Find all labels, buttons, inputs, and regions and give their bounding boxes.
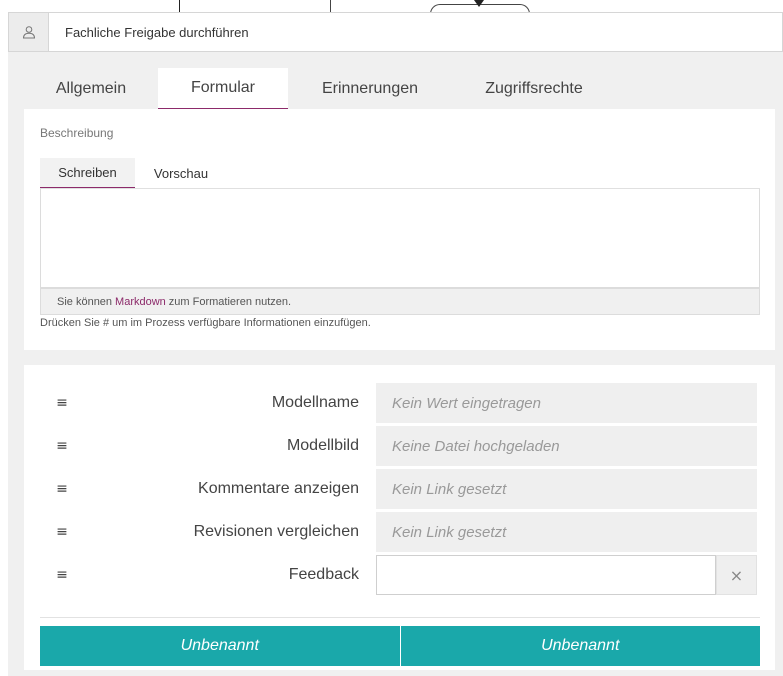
divider	[40, 617, 760, 618]
tab-zugriffsrechte[interactable]: Zugriffsrechte	[452, 68, 616, 109]
panel-tabs: Allgemein Formular Erinnerungen Zugriffs…	[24, 68, 775, 109]
form-row: ≡ Kommentare anzeigen Kein Link gesetzt	[24, 469, 775, 509]
drag-handle-icon[interactable]: ≡	[56, 438, 68, 454]
feedback-input[interactable]	[376, 555, 716, 595]
field-value: Kein Link gesetzt	[376, 469, 757, 509]
field-label: Revisionen vergleichen	[193, 523, 359, 540]
task-title[interactable]: Fachliche Freigabe durchführen	[49, 25, 249, 40]
field-value: Kein Wert eingetragen	[376, 383, 757, 423]
action-button-1[interactable]: Unbenannt	[40, 626, 400, 666]
editor-footer: Sie können Markdown zum Formatieren nutz…	[40, 288, 760, 315]
form-row: ≡ Modellname Kein Wert eingetragen	[24, 383, 775, 423]
editor-tabs: Schreiben Vorschau	[40, 158, 760, 189]
tab-formular[interactable]: Formular	[158, 68, 288, 109]
form-row: ≡ Revisionen vergleichen Kein Link geset…	[24, 512, 775, 552]
footer-text-prefix: Sie können	[57, 295, 113, 308]
tab-erinnerungen[interactable]: Erinnerungen	[288, 68, 452, 109]
markdown-link[interactable]: Markdown	[115, 296, 166, 308]
tab-allgemein[interactable]: Allgemein	[24, 68, 158, 109]
field-label: Modellname	[271, 394, 359, 411]
footer-text-suffix: zum Formatieren nutzen.	[168, 295, 292, 308]
diagram-arrow	[474, 0, 484, 7]
form-row: ≡ Feedback ×	[24, 555, 775, 595]
subtab-schreiben[interactable]: Schreiben	[40, 158, 135, 188]
form-fields-card: ≡ Modellname Kein Wert eingetragen ≡ Mod…	[24, 365, 775, 670]
field-value: Kein Link gesetzt	[376, 512, 757, 552]
field-label: Kommentare anzeigen	[198, 480, 359, 497]
action-buttons: Unbenannt Unbenannt	[40, 626, 760, 666]
hash-hint: Drücken Sie # um im Prozess verfügbare I…	[40, 317, 371, 329]
drag-handle-icon[interactable]: ≡	[56, 395, 68, 411]
drag-handle-icon[interactable]: ≡	[56, 481, 68, 497]
form-row: ≡ Modellbild Keine Datei hochgeladen	[24, 426, 775, 466]
field-value: Keine Datei hochgeladen	[376, 426, 757, 466]
drag-handle-icon[interactable]: ≡	[56, 567, 68, 583]
field-label: Modellbild	[286, 437, 359, 454]
task-type-button[interactable]	[9, 13, 49, 51]
description-label: Beschreibung	[40, 126, 114, 140]
description-card: Beschreibung Schreiben Vorschau Sie könn…	[24, 109, 775, 350]
description-editor[interactable]	[40, 189, 760, 288]
properties-panel: Fachliche Freigabe durchführen Allgemein…	[8, 12, 783, 676]
subtab-vorschau[interactable]: Vorschau	[135, 158, 227, 188]
field-label: Feedback	[288, 566, 359, 583]
action-button-2[interactable]: Unbenannt	[399, 626, 760, 666]
clear-icon[interactable]: ×	[716, 555, 757, 595]
user-icon	[22, 26, 35, 39]
drag-handle-icon[interactable]: ≡	[56, 524, 68, 540]
task-title-bar: Fachliche Freigabe durchführen	[8, 12, 783, 52]
